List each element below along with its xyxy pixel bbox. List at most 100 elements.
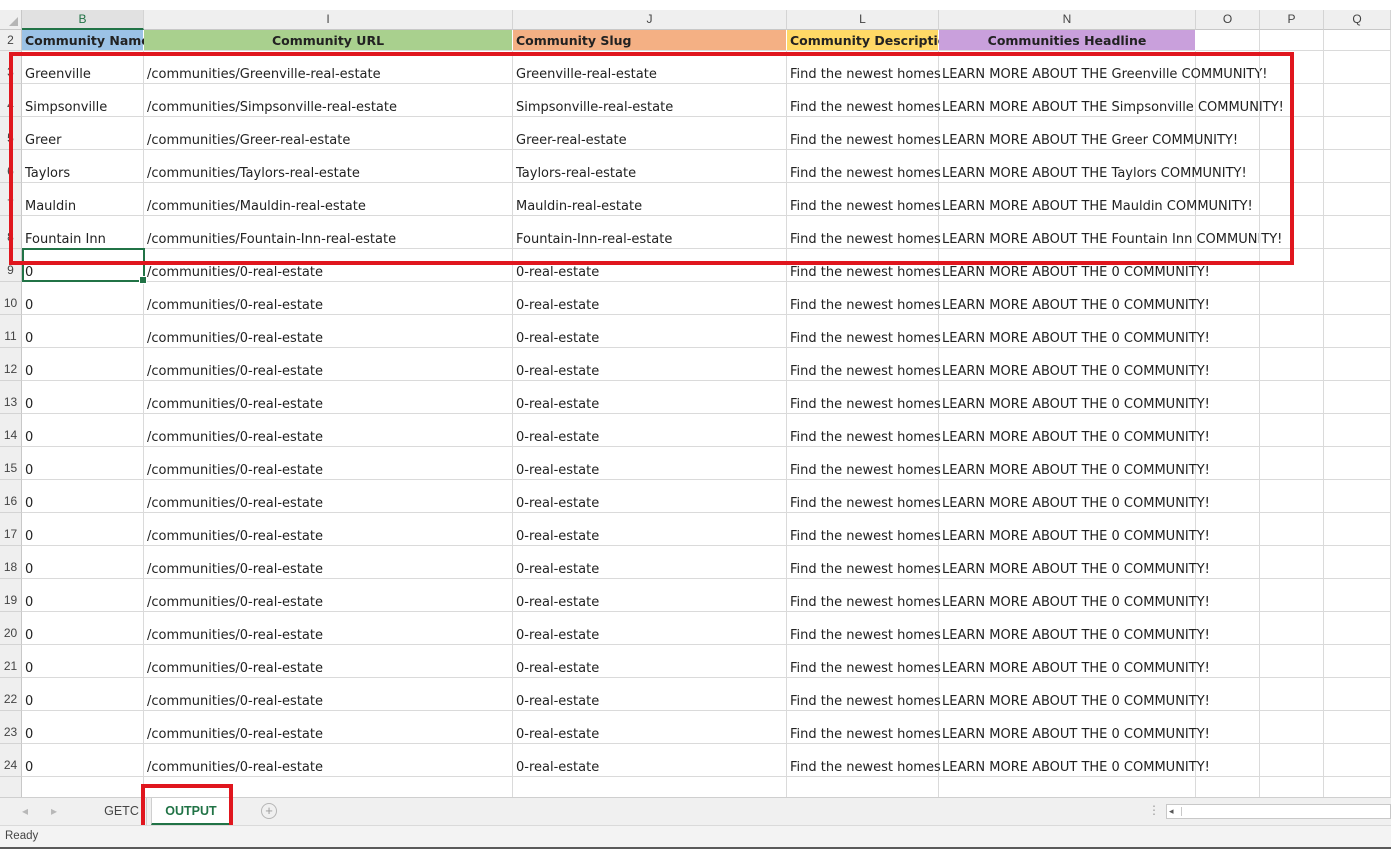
- cell-b[interactable]: 0: [22, 579, 144, 612]
- cell-i[interactable]: /communities/Fountain-Inn-real-estate: [144, 216, 513, 249]
- cell-l[interactable]: Find the newest homes: [787, 546, 941, 579]
- cell-i[interactable]: /communities/0-real-estate: [144, 348, 513, 381]
- cell-q[interactable]: [1324, 513, 1391, 546]
- column-header-b[interactable]: B: [22, 10, 144, 30]
- cell-p[interactable]: [1260, 579, 1324, 612]
- cell-l[interactable]: Find the newest homes: [787, 513, 941, 546]
- add-sheet-icon[interactable]: +: [261, 803, 277, 819]
- column-header-q[interactable]: Q: [1324, 10, 1391, 30]
- cell-i[interactable]: /communities/0-real-estate: [144, 414, 513, 447]
- cell-o[interactable]: [1196, 513, 1260, 546]
- cell-n[interactable]: LEARN MORE ABOUT THE Fountain Inn COMMUN…: [939, 216, 1282, 249]
- cell-b[interactable]: Mauldin: [22, 183, 144, 216]
- cell-b[interactable]: 0: [22, 711, 144, 744]
- column-header-i[interactable]: I: [144, 10, 513, 30]
- cell-o[interactable]: [1196, 414, 1260, 447]
- cell-b[interactable]: Simpsonville: [22, 84, 144, 117]
- cell-n[interactable]: LEARN MORE ABOUT THE Mauldin COMMUNITY!: [939, 183, 1253, 216]
- cell-q[interactable]: [1324, 183, 1391, 216]
- cell-p[interactable]: [1260, 30, 1324, 51]
- column-header-o[interactable]: O: [1196, 10, 1260, 30]
- cell-o[interactable]: [1196, 480, 1260, 513]
- prev-sheet-icon[interactable]: ◂: [22, 804, 28, 818]
- cell-q[interactable]: [1324, 51, 1391, 84]
- cell-q[interactable]: [1324, 546, 1391, 579]
- row-number[interactable]: [0, 777, 22, 797]
- cell-n[interactable]: Communities Headline: [939, 30, 1196, 51]
- row-number[interactable]: 18: [0, 546, 22, 579]
- cell-j[interactable]: 0-real-estate: [513, 744, 787, 777]
- cell-p[interactable]: [1260, 315, 1324, 348]
- cell-q[interactable]: [1324, 612, 1391, 645]
- cell-j[interactable]: 0-real-estate: [513, 315, 787, 348]
- cell-p[interactable]: [1260, 381, 1324, 414]
- cell-b[interactable]: 0: [22, 546, 144, 579]
- sheet-tab-getc[interactable]: GETC: [97, 798, 147, 825]
- cell-n[interactable]: LEARN MORE ABOUT THE 0 COMMUNITY!: [939, 480, 1210, 513]
- cell-i[interactable]: /communities/0-real-estate: [144, 480, 513, 513]
- cell-b[interactable]: 0: [22, 447, 144, 480]
- cell-p[interactable]: [1260, 612, 1324, 645]
- tab-split-handle-icon[interactable]: ⋮: [1148, 803, 1160, 817]
- cell-p[interactable]: [1260, 150, 1324, 183]
- cell-l[interactable]: Find the newest homes: [787, 612, 941, 645]
- row-number[interactable]: 19: [0, 579, 22, 612]
- select-all-corner[interactable]: [0, 10, 22, 30]
- row-number[interactable]: 6: [0, 150, 22, 183]
- cell-l[interactable]: [787, 777, 939, 797]
- column-header-l[interactable]: L: [787, 10, 939, 30]
- cell-j[interactable]: Fountain-Inn-real-estate: [513, 216, 787, 249]
- cell-n[interactable]: LEARN MORE ABOUT THE 0 COMMUNITY!: [939, 513, 1210, 546]
- cell-n[interactable]: LEARN MORE ABOUT THE 0 COMMUNITY!: [939, 579, 1210, 612]
- cell-p[interactable]: [1260, 117, 1324, 150]
- cell-n[interactable]: LEARN MORE ABOUT THE 0 COMMUNITY!: [939, 381, 1210, 414]
- cell-i[interactable]: /communities/0-real-estate: [144, 546, 513, 579]
- cell-b[interactable]: 0: [22, 480, 144, 513]
- cell-i[interactable]: /communities/0-real-estate: [144, 645, 513, 678]
- cell-b[interactable]: 0: [22, 249, 144, 282]
- cell-j[interactable]: 0-real-estate: [513, 513, 787, 546]
- cell-i[interactable]: [144, 777, 513, 797]
- cell-l[interactable]: Find the newest homes: [787, 84, 941, 117]
- cell-q[interactable]: [1324, 315, 1391, 348]
- cell-j[interactable]: 0-real-estate: [513, 414, 787, 447]
- cell-o[interactable]: [1196, 282, 1260, 315]
- scroll-left-icon[interactable]: ◂: [1169, 806, 1174, 817]
- cell-p[interactable]: [1260, 447, 1324, 480]
- cell-q[interactable]: [1324, 744, 1391, 777]
- cell-q[interactable]: [1324, 579, 1391, 612]
- cell-o[interactable]: [1196, 579, 1260, 612]
- cell-o[interactable]: [1196, 150, 1260, 183]
- cell-j[interactable]: 0-real-estate: [513, 249, 787, 282]
- cell-j[interactable]: 0-real-estate: [513, 348, 787, 381]
- cell-j[interactable]: 0-real-estate: [513, 678, 787, 711]
- cell-l[interactable]: Find the newest homes: [787, 480, 941, 513]
- cell-q[interactable]: [1324, 216, 1391, 249]
- scrollbar-thumb[interactable]: [1181, 807, 1381, 816]
- cell-p[interactable]: [1260, 513, 1324, 546]
- cell-i[interactable]: /communities/0-real-estate: [144, 315, 513, 348]
- cell-o[interactable]: [1196, 381, 1260, 414]
- cell-n[interactable]: LEARN MORE ABOUT THE 0 COMMUNITY!: [939, 414, 1210, 447]
- cell-p[interactable]: [1260, 678, 1324, 711]
- cell-j[interactable]: Greenville-real-estate: [513, 51, 787, 84]
- cell-n[interactable]: LEARN MORE ABOUT THE 0 COMMUNITY!: [939, 315, 1210, 348]
- cell-j[interactable]: 0-real-estate: [513, 447, 787, 480]
- cell-i[interactable]: Community URL: [144, 30, 513, 51]
- cell-i[interactable]: /communities/Greer-real-estate: [144, 117, 513, 150]
- cell-q[interactable]: [1324, 30, 1391, 51]
- cell-o[interactable]: [1196, 315, 1260, 348]
- cell-n[interactable]: LEARN MORE ABOUT THE 0 COMMUNITY!: [939, 744, 1210, 777]
- row-number[interactable]: 13: [0, 381, 22, 414]
- cell-q[interactable]: [1324, 447, 1391, 480]
- cell-j[interactable]: Mauldin-real-estate: [513, 183, 787, 216]
- cell-q[interactable]: [1324, 84, 1391, 117]
- cell-p[interactable]: [1260, 480, 1324, 513]
- row-number[interactable]: 20: [0, 612, 22, 645]
- cell-j[interactable]: Taylors-real-estate: [513, 150, 787, 183]
- cell-j[interactable]: Greer-real-estate: [513, 117, 787, 150]
- cell-q[interactable]: [1324, 150, 1391, 183]
- cell-o[interactable]: [1196, 612, 1260, 645]
- cell-o[interactable]: [1196, 348, 1260, 381]
- cell-j[interactable]: Community Slug: [513, 30, 787, 51]
